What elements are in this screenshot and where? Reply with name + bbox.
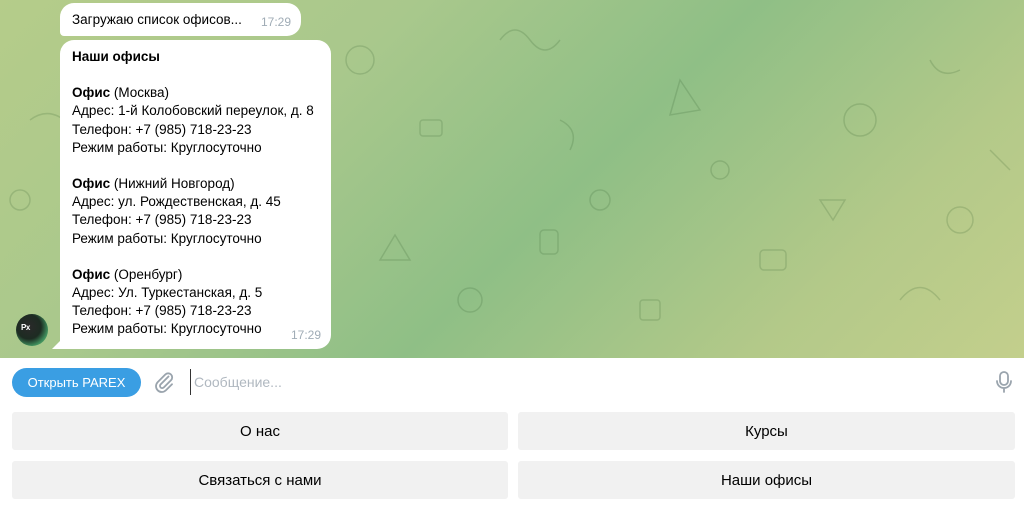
office-hours: Режим работы: Круглосуточно: [72, 321, 262, 337]
office-block: Офис (Нижний Новгород) Адрес: ул. Рождес…: [72, 175, 319, 248]
office-block: Офис (Оренбург) Адрес: Ул. Туркестанская…: [72, 266, 319, 339]
office-address: Адрес: ул. Рождественская, д. 45: [72, 194, 281, 210]
office-label: Офис: [72, 176, 111, 192]
office-hours: Режим работы: Круглосуточно: [72, 230, 262, 246]
bot-avatar[interactable]: Px: [16, 314, 48, 346]
message-input[interactable]: [190, 369, 976, 395]
reply-keyboard: О нас Курсы Связаться с нами Наши офисы: [0, 406, 1024, 506]
office-address: Адрес: 1-й Колобовский переулок, д. 8: [72, 103, 314, 119]
office-city: (Оренбург): [113, 266, 183, 282]
message-input-bar: Открыть PAREX: [0, 358, 1024, 406]
offices-title: Наши офисы: [72, 49, 160, 64]
office-label: Офис: [72, 85, 111, 101]
loading-message-bubble: Загружаю список офисов... 17:29: [60, 3, 301, 36]
offices-message-bubble: Наши офисы Офис (Москва) Адрес: 1-й Коло…: [52, 40, 331, 349]
office-phone: Телефон: +7 (985) 718-23-23: [72, 212, 252, 228]
office-block: Офис (Москва) Адрес: 1-й Колобовский пер…: [72, 84, 319, 157]
message-time: 17:29: [290, 327, 321, 342]
about-us-button[interactable]: О нас: [12, 412, 508, 450]
our-offices-button[interactable]: Наши офисы: [518, 461, 1015, 499]
office-city: (Москва): [113, 85, 169, 101]
open-parex-button[interactable]: Открыть PAREX: [12, 368, 141, 397]
message-time: 17:29: [260, 14, 291, 29]
office-address: Адрес: Ул. Туркестанская, д. 5: [72, 285, 263, 301]
office-hours: Режим работы: Круглосуточно: [72, 139, 262, 155]
office-phone: Телефон: +7 (985) 718-23-23: [72, 121, 252, 137]
courses-button[interactable]: Курсы: [518, 412, 1015, 450]
avatar-logo-icon: Px: [21, 323, 30, 332]
contact-us-button[interactable]: Связаться с нами: [12, 461, 508, 499]
chat-background: Загружаю список офисов... 17:29 Наши офи…: [0, 0, 1024, 358]
paperclip-icon[interactable]: [152, 370, 176, 394]
office-phone: Телефон: +7 (985) 718-23-23: [72, 303, 252, 319]
microphone-icon[interactable]: [994, 370, 1014, 394]
office-label: Офис: [72, 266, 111, 282]
loading-message-text: Загружаю список офисов...: [72, 12, 242, 27]
office-city: (Нижний Новгород): [113, 176, 235, 192]
